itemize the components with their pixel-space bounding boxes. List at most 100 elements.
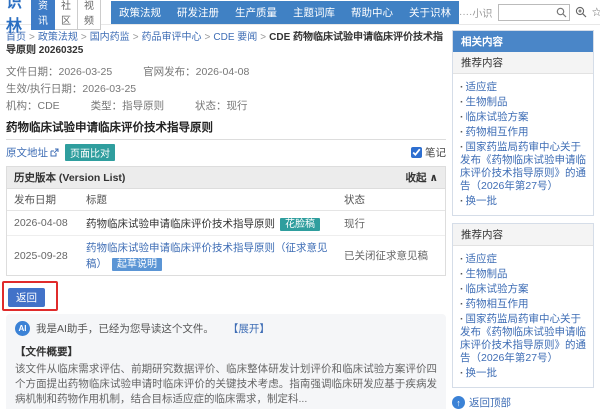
list-item: 临床试验方案 xyxy=(460,283,586,296)
breadcrumb-separator: > xyxy=(133,32,139,43)
arrow-up-icon: ↑ xyxy=(452,396,465,409)
list-item: 药物相互作用 xyxy=(460,298,586,311)
nav-help-center[interactable]: 帮助中心 xyxy=(343,1,401,24)
breadcrumb-separator: > xyxy=(260,32,266,43)
content: 首页>政策法规>国内药监>药品审评中心>CDE 要闻>CDE 药物临床试验申请临… xyxy=(0,25,600,409)
drafting-note-badge[interactable]: 起草说明 xyxy=(112,258,162,271)
related-link-protocol[interactable]: 临床试验方案 xyxy=(466,111,529,123)
recommended-link-biologics[interactable]: 生物制品 xyxy=(466,268,508,280)
ai-expand-link[interactable]: 【展开】 xyxy=(228,321,270,336)
related-link-indication[interactable]: 适应症 xyxy=(466,81,498,93)
meta-row-effective: 生效/执行日期：2026-03-25 xyxy=(6,81,446,98)
related-content-header: 相关内容 xyxy=(453,31,593,52)
nav-about[interactable]: 关于识林 xyxy=(401,1,459,24)
nav-topic-glossary[interactable]: 主题词库 xyxy=(285,1,343,24)
back-button[interactable]: 返回 xyxy=(8,288,45,307)
version-date: 2026-04-08 xyxy=(7,211,79,236)
username-label[interactable]: ····小识 xyxy=(459,5,492,20)
recommended-link-notice[interactable]: 国家药监局药审中心关于发布《药物临床试验申请临床评价技术指导原则》的通告（202… xyxy=(460,313,586,364)
back-to-top-label: 返回顶部 xyxy=(469,395,511,409)
collapse-button[interactable]: 收起 ∧ xyxy=(406,170,438,185)
publish-date-value: 2026-04-08 xyxy=(196,66,250,78)
version-title: 药物临床试验申请临床评价技术指导原则 xyxy=(86,218,275,230)
column-status: 状态 xyxy=(337,189,445,211)
list-item: 临床试验方案 xyxy=(460,111,586,124)
recommended-link-protocol[interactable]: 临床试验方案 xyxy=(466,283,529,295)
external-link-icon xyxy=(50,148,59,157)
breadcrumb-home[interactable]: 首页 xyxy=(6,32,26,43)
header-icons: ☆ ⚙ xyxy=(575,6,600,19)
main-nav: 政策法规 研发注册 生产质量 主题词库 帮助中心 关于识林 xyxy=(111,1,459,24)
recommended-link-indication[interactable]: 适应症 xyxy=(466,253,498,265)
breadcrumb: 首页>政策法规>国内药监>药品审评中心>CDE 要闻>CDE 药物临床试验申请临… xyxy=(6,31,446,57)
tab-video[interactable]: 视频 xyxy=(78,0,101,30)
file-date-label: 文件日期： xyxy=(6,66,59,78)
note-label: 笔记 xyxy=(425,145,446,160)
recommended-link-ddi[interactable]: 药物相互作用 xyxy=(466,298,529,310)
note-checkbox[interactable] xyxy=(411,147,422,158)
version-row-current: 2026-04-08 药物临床试验申请临床评价技术指导原则花脸稿 现行 xyxy=(7,211,445,236)
file-date-value: 2026-03-25 xyxy=(59,66,113,78)
status-value: 现行 xyxy=(227,100,248,112)
effective-date-value: 2026-03-25 xyxy=(82,83,136,95)
chevron-up-icon: ∧ xyxy=(429,172,438,184)
list-item: 换一批 xyxy=(460,367,586,380)
status-label: 状态： xyxy=(195,100,227,112)
version-table: 发布日期 标题 状态 2026-04-08 药物临床试验申请临床评价技术指导原则… xyxy=(7,189,445,275)
related-link-biologics[interactable]: 生物制品 xyxy=(466,96,508,108)
advanced-search-icon[interactable] xyxy=(575,6,587,18)
search-icon[interactable] xyxy=(556,7,567,18)
column-title: 标题 xyxy=(79,189,337,211)
agency-label: 机构： xyxy=(6,100,38,112)
meta-row-agency: 机构：CDE 类型：指导原则 状态：现行 xyxy=(6,98,446,115)
tab-community[interactable]: 社区 xyxy=(55,0,78,30)
list-item: 生物制品 xyxy=(460,268,586,281)
recommended-items: 适应症 生物制品 临床试验方案 药物相互作用 国家药监局药审中心关于发布《药物临… xyxy=(453,246,593,387)
version-row-draft: 2025-09-28 药物临床试验申请临床评价技术指导原则（征求意见稿）起草说明… xyxy=(7,236,445,276)
related-link-notice[interactable]: 国家药监局药审中心关于发布《药物临床试验申请临床评价技术指导原则》的通告（202… xyxy=(460,141,586,192)
list-item: 适应症 xyxy=(460,253,586,266)
related-items: 适应症 生物制品 临床试验方案 药物相互作用 国家药监局药审中心关于发布《药物临… xyxy=(453,74,593,215)
ai-summary-title: 【文件概要】 xyxy=(15,344,437,359)
nav-production-quality[interactable]: 生产质量 xyxy=(227,1,285,24)
tab-news[interactable]: 资讯 xyxy=(31,0,55,30)
favorite-star-icon[interactable]: ☆ xyxy=(591,6,600,18)
breadcrumb-domestic[interactable]: 国内药监 xyxy=(90,32,130,43)
related-subheader: 推荐内容 xyxy=(453,52,593,74)
type-label: 类型： xyxy=(91,100,123,112)
column-date: 发布日期 xyxy=(7,189,79,211)
ai-assistant-panel: AI 我是AI助手，已经为您导读这个文件。 【展开】 【文件概要】 该文件从临床… xyxy=(6,314,446,409)
related-refresh-link[interactable]: 换一批 xyxy=(466,195,498,207)
document-title: 药物临床试验申请临床评价技术指导原则 xyxy=(6,119,446,140)
nav-rd-registration[interactable]: 研发注册 xyxy=(169,1,227,24)
back-button-area: 返回 xyxy=(6,282,446,312)
page: 识林 资讯 社区 视频 政策法规 研发注册 生产质量 主题词库 帮助中心 关于识… xyxy=(0,0,600,409)
version-date: 2025-09-28 xyxy=(7,236,79,276)
back-to-top-button[interactable]: ↑ 返回顶部 xyxy=(452,395,594,409)
redline-draft-badge[interactable]: 花脸稿 xyxy=(280,218,320,231)
version-status: 现行 xyxy=(337,211,445,236)
recommended-refresh-link[interactable]: 换一批 xyxy=(466,367,498,379)
breadcrumb-policy[interactable]: 政策法规 xyxy=(38,32,78,43)
main-column: 首页>政策法规>国内药监>药品审评中心>CDE 要闻>CDE 药物临床试验申请临… xyxy=(6,30,452,409)
document-actions: 原文地址 页面比对 笔记 xyxy=(6,144,446,161)
effective-date-label: 生效/执行日期： xyxy=(6,83,82,95)
page-compare-button[interactable]: 页面比对 xyxy=(65,144,115,161)
source-url-link[interactable]: 原文地址 xyxy=(6,145,59,160)
breadcrumb-cde-center[interactable]: 药品审评中心 xyxy=(142,32,202,43)
sidebar: 相关内容 推荐内容 适应症 生物制品 临床试验方案 药物相互作用 国家药监局药审… xyxy=(452,30,594,409)
version-list-panel: 历史版本 (Version List) 收起 ∧ 发布日期 标题 状态 2026… xyxy=(6,166,446,276)
version-list-title: 历史版本 (Version List) xyxy=(14,170,125,185)
source-url-label: 原文地址 xyxy=(6,145,48,160)
recommended-content-box: 推荐内容 适应症 生物制品 临床试验方案 药物相互作用 国家药监局药审中心关于发… xyxy=(452,223,594,388)
breadcrumb-separator: > xyxy=(29,32,35,43)
type-value: 指导原则 xyxy=(122,100,164,112)
nav-policy[interactable]: 政策法规 xyxy=(111,1,169,24)
related-content-box: 相关内容 推荐内容 适应症 生物制品 临床试验方案 药物相互作用 国家药监局药审… xyxy=(452,30,594,216)
related-link-ddi[interactable]: 药物相互作用 xyxy=(466,126,529,138)
ai-avatar-icon: AI xyxy=(15,321,30,336)
top-bar: 识林 资讯 社区 视频 政策法规 研发注册 生产质量 主题词库 帮助中心 关于识… xyxy=(0,0,600,25)
agency-value: CDE xyxy=(38,100,60,112)
list-item: 换一批 xyxy=(460,195,586,208)
breadcrumb-cde-news[interactable]: CDE 要闻 xyxy=(213,32,257,43)
